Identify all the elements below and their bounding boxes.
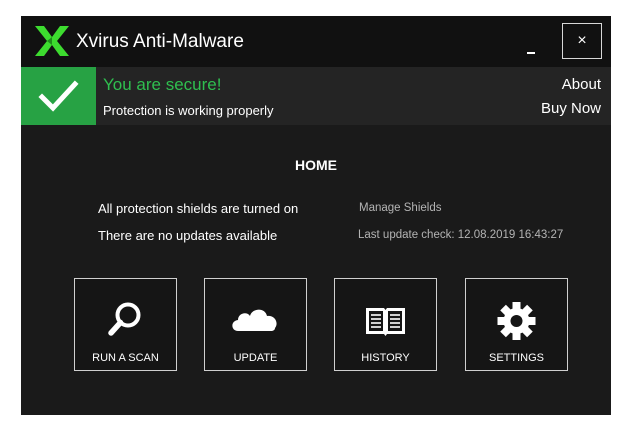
xvirus-logo-icon (35, 26, 69, 56)
app-window: Xvirus Anti-Malware × You are secure! Pr… (21, 16, 611, 415)
about-link[interactable]: About (562, 76, 601, 93)
app-title: Xvirus Anti-Malware (76, 31, 244, 52)
last-update-check-text: Last update check: 12.08.2019 16:43:27 (358, 229, 564, 241)
checkmark-icon (38, 80, 79, 112)
title-bar[interactable]: Xvirus Anti-Malware × (21, 16, 611, 67)
status-subtitle: Protection is working properly (103, 103, 274, 118)
status-banner: You are secure! Protection is working pr… (21, 67, 611, 125)
run-scan-button[interactable]: RUN A SCAN (74, 278, 177, 371)
shields-status-text: All protection shields are turned on (98, 201, 299, 216)
page-title: HOME (295, 157, 337, 173)
magnifier-icon (108, 302, 141, 336)
cloud-icon (232, 309, 277, 331)
buy-now-link[interactable]: Buy Now (541, 100, 601, 117)
updates-status-text: There are no updates available (98, 228, 278, 243)
manage-shields-link[interactable]: Manage Shields (359, 202, 441, 214)
gear-icon (497, 302, 536, 340)
update-button[interactable]: UPDATE (204, 278, 307, 371)
run-scan-label: RUN A SCAN (92, 352, 159, 364)
minimize-icon (527, 52, 535, 54)
close-button[interactable]: × (562, 23, 602, 59)
history-button[interactable]: HISTORY (334, 278, 437, 371)
minimize-button[interactable] (513, 24, 551, 60)
book-icon (366, 308, 405, 336)
update-label: UPDATE (233, 352, 278, 364)
history-label: HISTORY (361, 352, 410, 364)
settings-label: SETTINGS (488, 352, 544, 364)
status-indicator (21, 67, 96, 125)
status-title: You are secure! (103, 75, 222, 94)
settings-button[interactable]: SETTINGS (465, 278, 568, 371)
